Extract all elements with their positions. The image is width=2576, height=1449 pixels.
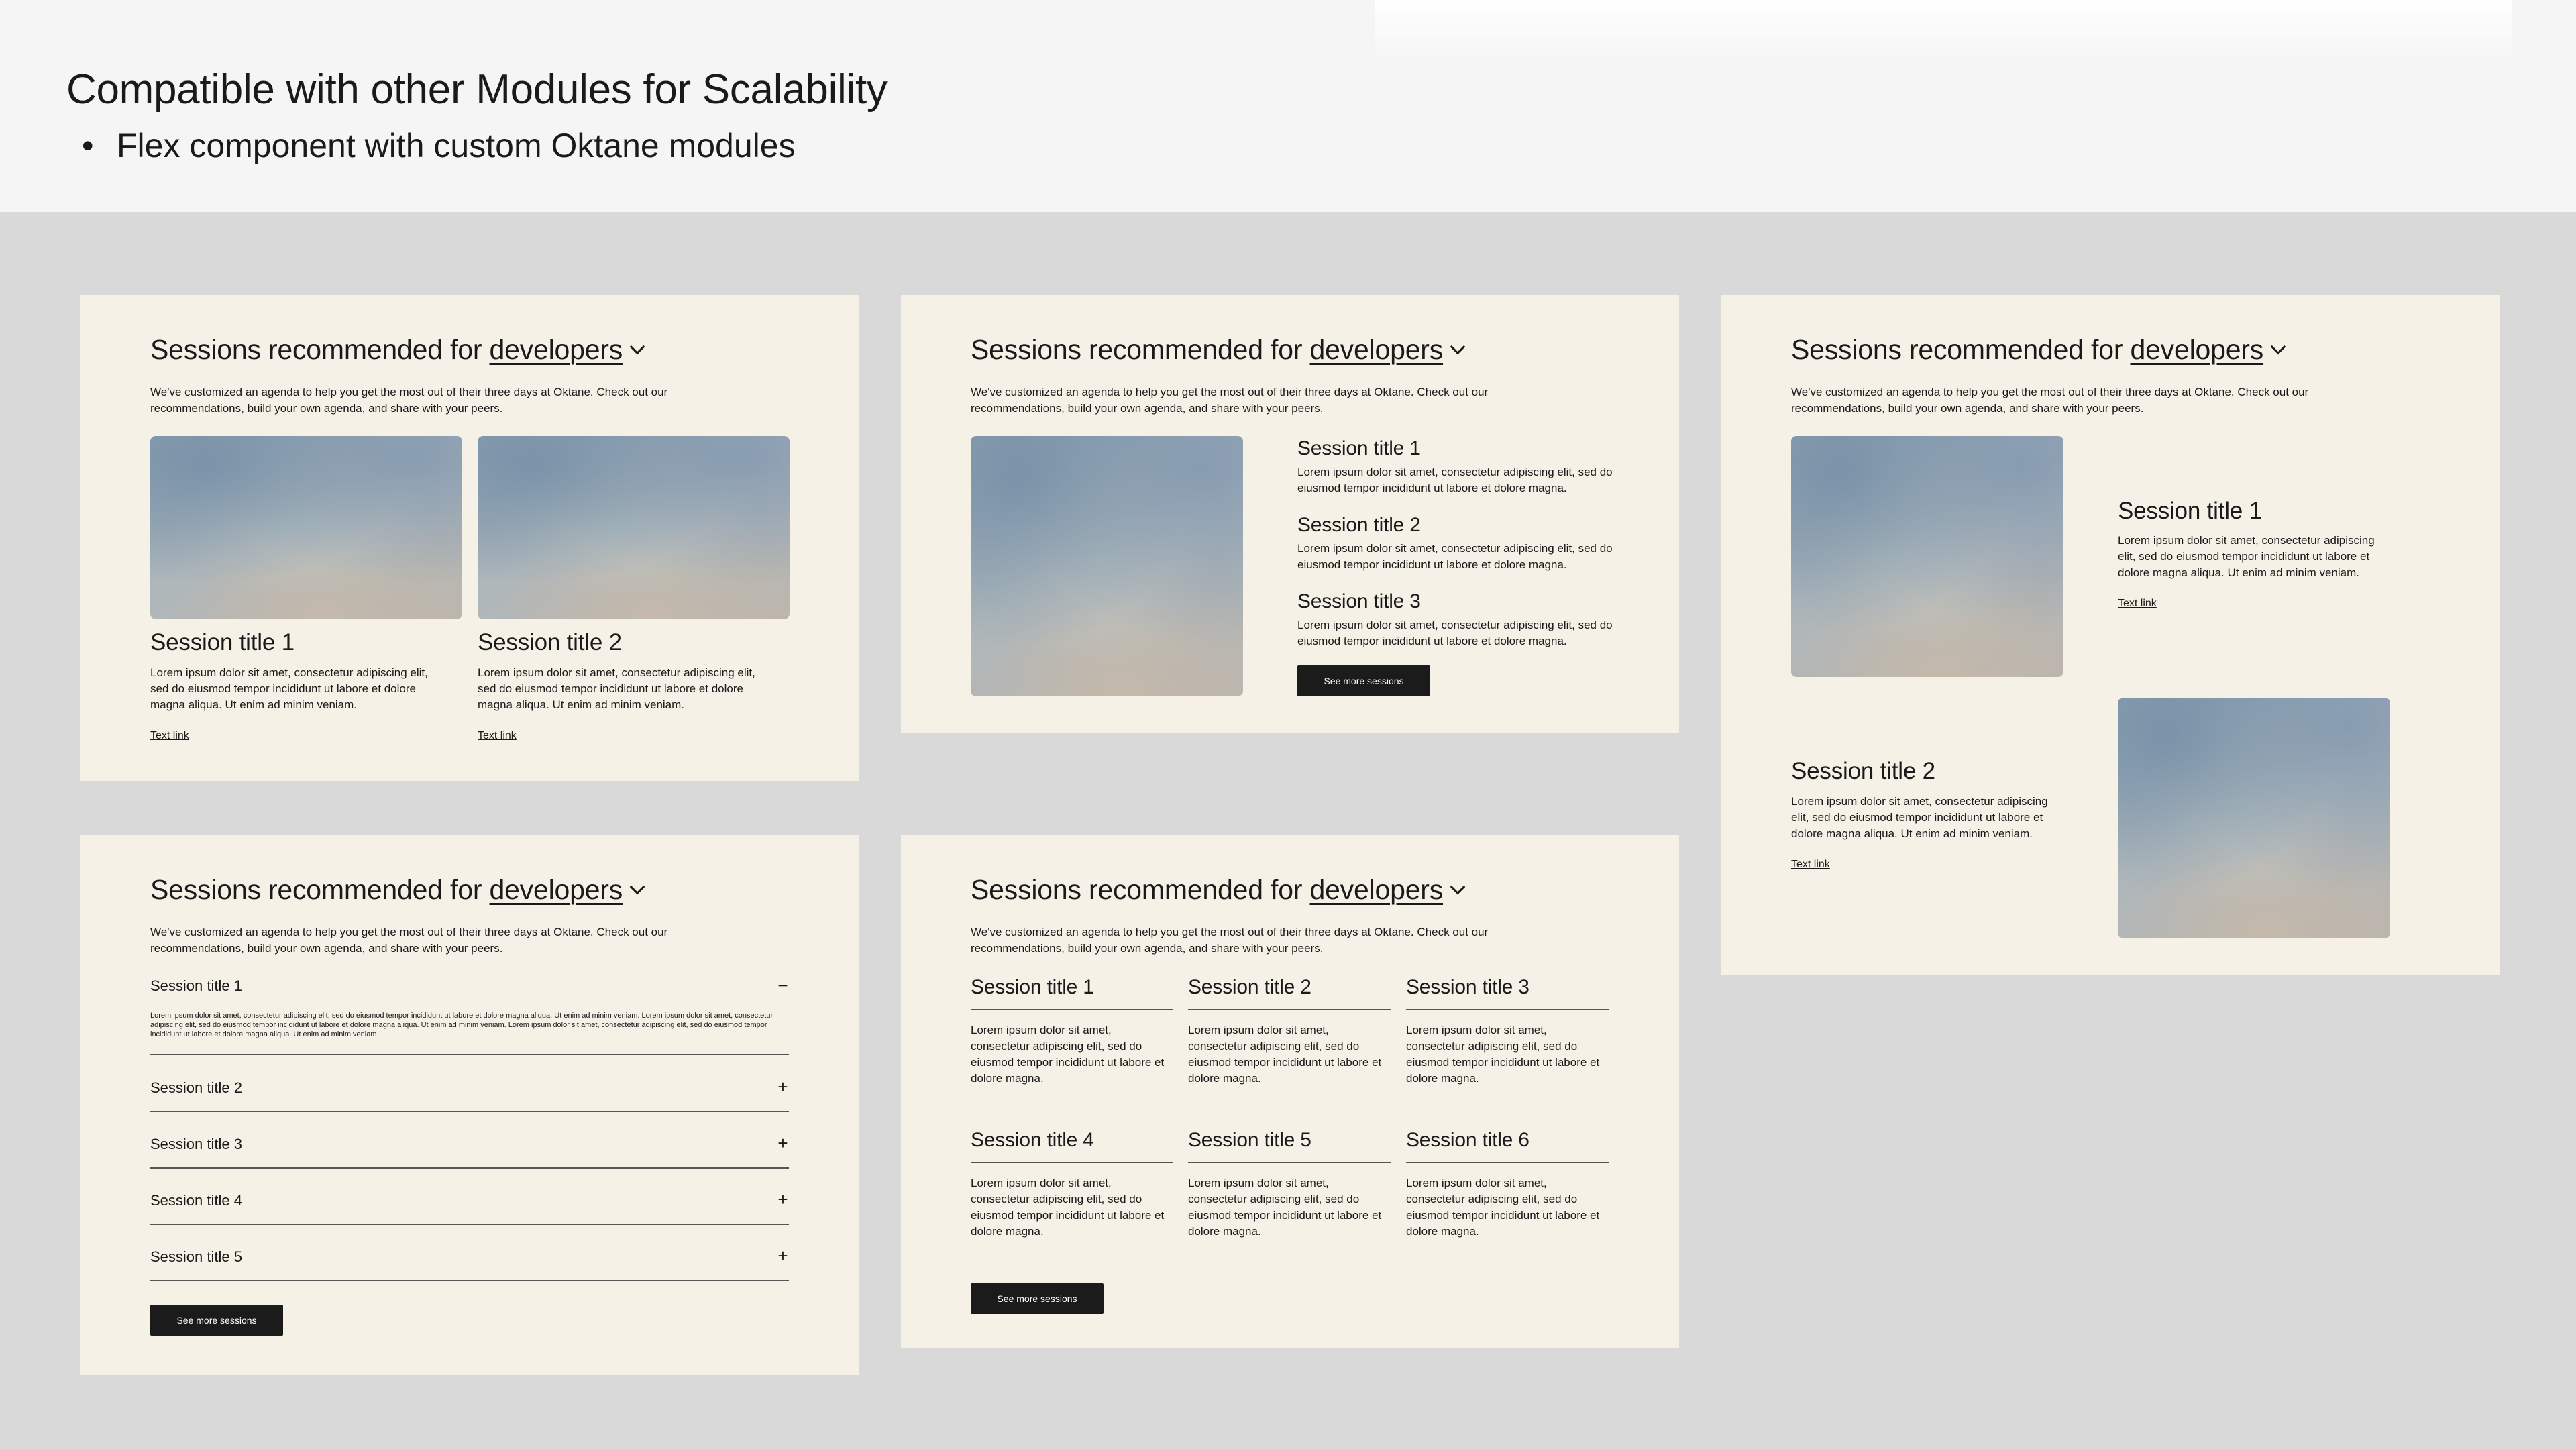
plus-icon[interactable]: +: [774, 1078, 792, 1095]
session-title: Session title 1: [971, 976, 1094, 998]
divider: [971, 1009, 1173, 1010]
divider: [1188, 1009, 1391, 1010]
card-title: Sessions recommended for developers: [971, 334, 1466, 366]
session-title: Session title 6: [1406, 1129, 1529, 1151]
chevron-down-icon[interactable]: [2270, 339, 2286, 355]
session-title: Session title 2: [1297, 514, 1421, 536]
session-description: Lorem ipsum dolor sit amet, consectetur …: [478, 666, 755, 711]
plus-icon[interactable]: +: [774, 1247, 792, 1265]
session-title: Session title 1: [150, 629, 294, 655]
session-description: Lorem ipsum dolor sit amet, consectetur …: [1791, 795, 2048, 840]
see-more-sessions-button[interactable]: See more sessions: [150, 1305, 283, 1336]
audience-dropdown[interactable]: developers: [489, 874, 623, 905]
see-more-sessions-button[interactable]: See more sessions: [971, 1283, 1104, 1314]
card-title: Sessions recommended for developers: [971, 874, 1466, 906]
audience-dropdown[interactable]: developers: [1309, 874, 1443, 905]
session-title: Session title 3: [1406, 976, 1529, 998]
session-description: Lorem ipsum dolor sit amet, consectetur …: [1406, 1177, 1600, 1238]
card-title-prefix: Sessions recommended for: [150, 334, 490, 365]
slide-bullet-text: Flex component with custom Oktane module…: [117, 127, 796, 164]
card-accordion: Sessions recommended for developers We'v…: [80, 835, 859, 1375]
audience-dropdown[interactable]: developers: [2130, 334, 2263, 365]
card-description: We've customized an agenda to help you g…: [150, 926, 668, 955]
divider: [1406, 1162, 1609, 1163]
session-title: Session title 2: [478, 629, 622, 655]
divider: [150, 1054, 789, 1055]
session-description: Lorem ipsum dolor sit amet, consectetur …: [150, 666, 428, 711]
session-description: Lorem ipsum dolor sit amet, consectetur …: [1188, 1177, 1382, 1238]
divider: [150, 1280, 789, 1281]
minus-icon[interactable]: −: [774, 977, 792, 994]
session-title: Session title 1: [1297, 437, 1421, 460]
card-description: We've customized an agenda to help you g…: [971, 926, 1489, 955]
see-more-sessions-button[interactable]: See more sessions: [1297, 665, 1430, 696]
session-image: [1791, 436, 2063, 677]
card-description: We've customized an agenda to help you g…: [1791, 386, 2309, 415]
divider: [1406, 1009, 1609, 1010]
divider: [971, 1162, 1173, 1163]
slide-title: Compatible with other Modules for Scalab…: [66, 66, 888, 113]
session-description: Lorem ipsum dolor sit amet, consectetur …: [1188, 1024, 1382, 1085]
card-title-prefix: Sessions recommended for: [1791, 334, 2131, 365]
session-title: Session title 2: [1188, 976, 1311, 998]
audience-dropdown[interactable]: developers: [489, 334, 623, 365]
card-image-list: Sessions recommended for developers We'v…: [901, 295, 1679, 733]
text-link[interactable]: Text link: [1791, 859, 1830, 871]
audience-dropdown[interactable]: developers: [1309, 334, 1443, 365]
session-title: Session title 3: [1297, 590, 1421, 612]
chevron-down-icon[interactable]: [629, 879, 645, 895]
session-image: [971, 436, 1243, 696]
session-description: Lorem ipsum dolor sit amet, consectetur …: [2118, 534, 2375, 579]
card-two-column: Sessions recommended for developers We'v…: [80, 295, 859, 781]
chevron-down-icon[interactable]: [629, 339, 645, 355]
text-link[interactable]: Text link: [478, 730, 517, 742]
accordion-item-title[interactable]: Session title 5: [150, 1248, 242, 1266]
session-description: Lorem ipsum dolor sit amet, consectetur …: [971, 1024, 1165, 1085]
card-title-prefix: Sessions recommended for: [971, 334, 1310, 365]
card-zigzag: Sessions recommended for developers We'v…: [1721, 295, 2500, 975]
session-title: Session title 5: [1188, 1129, 1311, 1151]
divider: [1188, 1162, 1391, 1163]
session-description: Lorem ipsum dolor sit amet, consectetur …: [1406, 1024, 1600, 1085]
accordion-item-title[interactable]: Session title 4: [150, 1192, 242, 1210]
session-title: Session title 1: [2118, 498, 2262, 524]
card-description: We've customized an agenda to help you g…: [971, 386, 1489, 415]
divider: [150, 1111, 789, 1112]
accordion-item-content: Lorem ipsum dolor sit amet, consectetur …: [150, 1012, 773, 1038]
text-link[interactable]: Text link: [2118, 598, 2157, 610]
divider: [150, 1167, 789, 1169]
card-description: We've customized an agenda to help you g…: [150, 386, 668, 415]
session-image: [150, 436, 462, 619]
session-title: Session title 4: [971, 1129, 1094, 1151]
accordion-item-title[interactable]: Session title 3: [150, 1136, 242, 1153]
accordion-item-title[interactable]: Session title 1: [150, 977, 242, 995]
card-title-prefix: Sessions recommended for: [150, 874, 490, 905]
session-description: Lorem ipsum dolor sit amet, consectetur …: [1297, 542, 1613, 571]
session-image: [2118, 698, 2390, 938]
chevron-down-icon[interactable]: [1450, 339, 1466, 355]
card-title: Sessions recommended for developers: [150, 334, 645, 366]
card-title: Sessions recommended for developers: [150, 874, 645, 906]
slide-header: Compatible with other Modules for Scalab…: [0, 0, 2576, 212]
text-link[interactable]: Text link: [150, 730, 189, 742]
divider: [150, 1224, 789, 1225]
card-title-prefix: Sessions recommended for: [971, 874, 1310, 905]
accordion-item-title[interactable]: Session title 2: [150, 1079, 242, 1097]
card-session-grid: Sessions recommended for developers We'v…: [901, 835, 1679, 1348]
session-title: Session title 2: [1791, 758, 1935, 784]
session-description: Lorem ipsum dolor sit amet, consectetur …: [971, 1177, 1165, 1238]
card-title: Sessions recommended for developers: [1791, 334, 2286, 366]
session-image: [478, 436, 790, 619]
session-description: Lorem ipsum dolor sit amet, consectetur …: [1297, 619, 1613, 647]
slide-bullet: Flex component with custom Oktane module…: [82, 126, 796, 165]
header-fade: [1375, 0, 2512, 60]
chevron-down-icon[interactable]: [1450, 879, 1466, 895]
plus-icon[interactable]: +: [774, 1191, 792, 1208]
session-description: Lorem ipsum dolor sit amet, consectetur …: [1297, 466, 1613, 494]
plus-icon[interactable]: +: [774, 1134, 792, 1152]
